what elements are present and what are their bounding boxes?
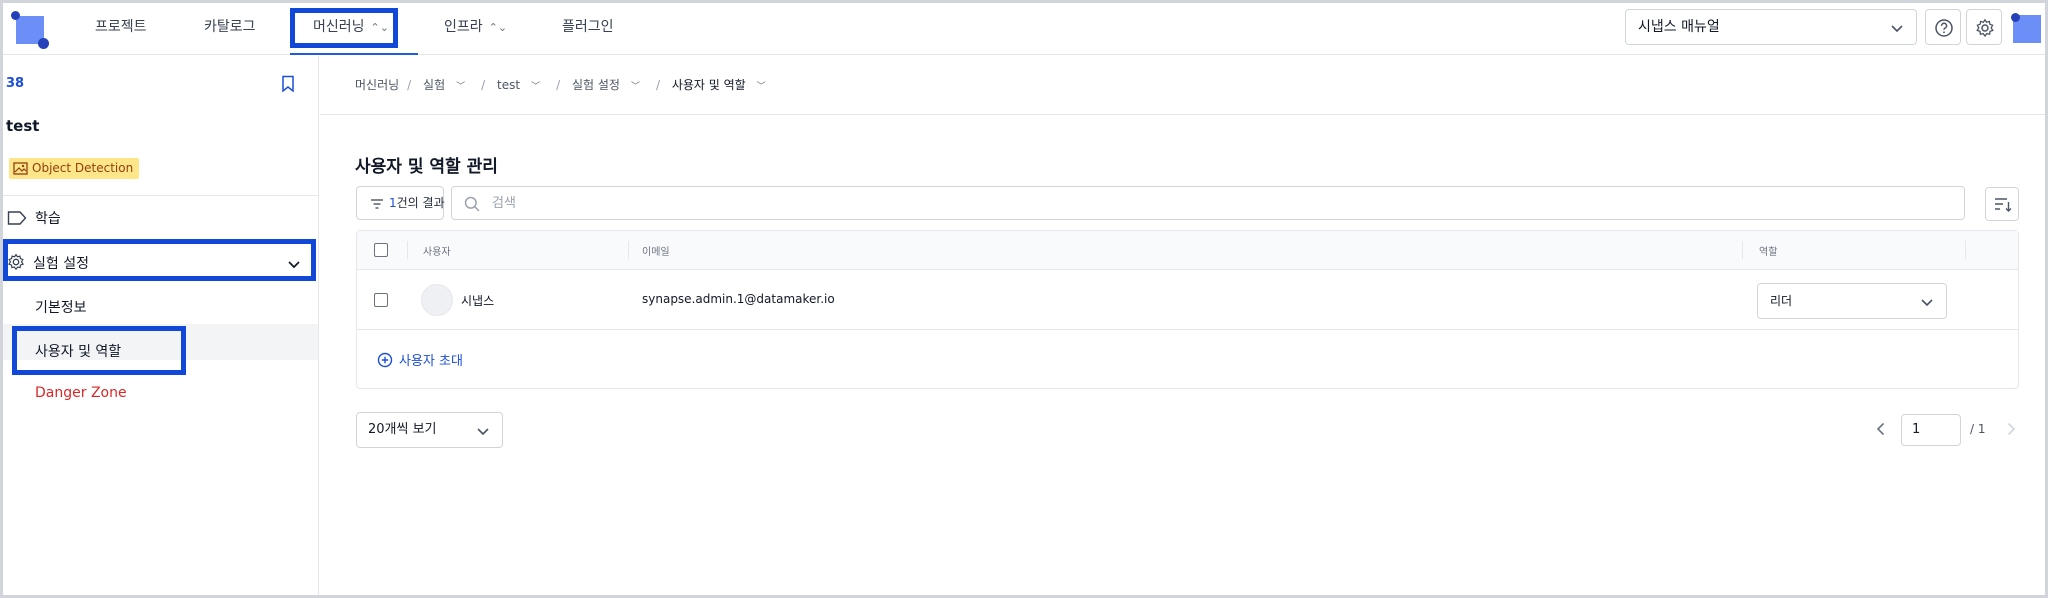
image-icon (13, 162, 28, 175)
highlight-box-users-roles (12, 326, 186, 375)
project-name: test (6, 117, 40, 135)
sidebar: 38 test Object Detection 학습 실험 설정 기본정보 사… (3, 56, 319, 595)
sidebar-item-basic-info[interactable]: 기본정보 (35, 297, 87, 317)
table-header: 사용자 이메일 역할 (357, 231, 2018, 270)
tag-icon (7, 211, 27, 225)
row-checkbox[interactable] (374, 293, 388, 307)
breadcrumb-item[interactable]: 실험 설정 ﹀ (572, 78, 648, 92)
nav-catalog[interactable]: 카탈로그 (204, 3, 256, 55)
invite-user-button[interactable]: 사용자 초대 (377, 350, 463, 369)
per-page-value: 20개씩 보기 (368, 422, 437, 437)
breadcrumb: 머신러닝 / 실험 ﹀ / test ﹀ / 실험 설정 ﹀ / 사용자 및 역할 ﹀ (355, 76, 782, 93)
user-name: 시냅스 (461, 294, 495, 308)
main-divider (320, 114, 2045, 115)
user-avatar[interactable] (2011, 9, 2041, 45)
sort-icon (1995, 198, 2012, 212)
result-count-label: 건의 결과 (396, 196, 445, 210)
settings-button[interactable] (1966, 9, 2002, 45)
sidebar-item-train[interactable]: 학습 (7, 208, 61, 228)
task-type-label: Object Detection (32, 161, 134, 175)
breadcrumb-item[interactable]: 머신러닝 (355, 78, 399, 92)
bookmark-icon[interactable] (281, 75, 295, 93)
main-content: 머신러닝 / 실험 ﹀ / test ﹀ / 실험 설정 ﹀ / 사용자 및 역할 ﹀ 사용자 … (320, 56, 2045, 595)
updown-chevron-icon: ⌃⌄ (488, 21, 508, 34)
breadcrumb-item[interactable]: test ﹀ (497, 78, 548, 92)
sidebar-item-label: 학습 (35, 211, 61, 227)
search-box[interactable] (451, 186, 1965, 220)
nav-highlight-box (290, 8, 398, 48)
nav-projects[interactable]: 프로젝트 (95, 3, 147, 55)
page-title: 사용자 및 역할 관리 (355, 157, 498, 177)
chevron-right-icon[interactable] (2005, 422, 2017, 436)
highlight-box-experiment-settings (3, 239, 316, 281)
user-avatar-placeholder (421, 284, 453, 316)
nav-infra[interactable]: 인프라 ⌃⌄ (444, 3, 507, 55)
users-table: 사용자 이메일 역할 시냅스 synapse.admin.1@datamaker… (356, 230, 2019, 389)
manual-select-label: 시냅스 매뉴얼 (1638, 19, 1720, 35)
page-total: / 1 (1970, 422, 1986, 436)
role-select-value: 리더 (1770, 294, 1793, 308)
sidebar-divider (3, 195, 319, 196)
filter-button[interactable]: 1건의 결과 (356, 186, 445, 220)
breadcrumb-current[interactable]: 사용자 및 역할 ﹀ (672, 78, 774, 92)
sort-button[interactable] (1985, 187, 2019, 221)
result-count: 1 (389, 196, 397, 210)
nav-plugins[interactable]: 플러그인 (562, 3, 614, 55)
select-all-checkbox[interactable] (374, 243, 388, 257)
task-type-badge: Object Detection (9, 158, 140, 179)
nav-active-underline (290, 53, 418, 55)
app-logo[interactable] (11, 11, 49, 49)
project-id: 38 (6, 76, 25, 91)
top-navigation: 프로젝트 카탈로그 머신러닝 ⌃⌄ 인프라 ⌃⌄ 플러그인 시냅스 매뉴얼 (3, 3, 2045, 55)
column-header-user[interactable]: 사용자 (423, 243, 451, 258)
gear-icon (1976, 18, 1994, 38)
sidebar-item-danger-zone[interactable]: Danger Zone (35, 385, 127, 401)
search-input[interactable] (492, 193, 1892, 213)
invite-user-label: 사용자 초대 (399, 354, 463, 369)
filter-icon (371, 199, 383, 209)
page-number-input[interactable]: 1 (1901, 414, 1961, 446)
chevron-down-icon (1891, 25, 1903, 33)
chevron-left-icon[interactable] (1875, 422, 1887, 436)
per-page-select[interactable]: 20개씩 보기 (356, 412, 503, 448)
plus-circle-icon (377, 352, 393, 368)
user-email: synapse.admin.1@datamaker.io (642, 292, 835, 306)
manual-select[interactable]: 시냅스 매뉴얼 (1625, 9, 1917, 45)
search-icon (464, 196, 480, 212)
chevron-down-icon (477, 428, 489, 436)
column-header-email[interactable]: 이메일 (642, 243, 670, 258)
chevron-down-icon (1921, 299, 1933, 307)
help-icon (1935, 19, 1953, 37)
table-row[interactable]: 시냅스 synapse.admin.1@datamaker.io 리더 (357, 271, 2018, 330)
column-header-role[interactable]: 역할 (1759, 243, 1777, 258)
help-button[interactable] (1925, 9, 1961, 45)
breadcrumb-item[interactable]: 실험 ﹀ (423, 78, 473, 92)
role-select[interactable]: 리더 (1757, 283, 1947, 319)
